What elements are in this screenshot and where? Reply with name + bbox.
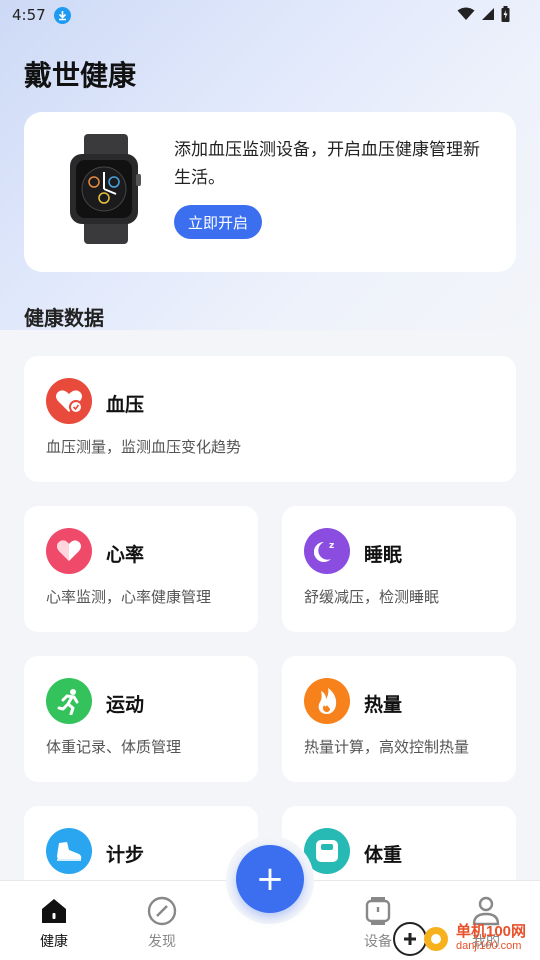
download-icon xyxy=(53,6,71,24)
sleep-card[interactable]: z 睡眠 舒缓减压，检测睡眠 xyxy=(282,506,516,632)
compass-icon xyxy=(147,896,177,926)
smartwatch-image xyxy=(68,134,144,244)
site-watermark: 单机100网 danji100.com xyxy=(392,918,540,960)
home-icon xyxy=(42,899,66,923)
battery-icon xyxy=(501,6,510,26)
card-title: 睡眠 xyxy=(364,544,403,566)
nav-label: 设备 xyxy=(364,934,392,950)
promo-text: 添加血压监测设备，开启血压健康管理新生活。 xyxy=(174,140,480,188)
card-desc: 舒缓减压，检测睡眠 xyxy=(304,588,440,606)
card-title: 血压 xyxy=(106,394,145,416)
section-title: 健康数据 xyxy=(24,306,104,330)
card-desc: 心率监测，心率健康管理 xyxy=(46,588,212,606)
calories-card[interactable]: 热量 热量计算，高效控制热量 xyxy=(282,656,516,782)
running-icon xyxy=(46,678,92,724)
exercise-card[interactable]: 运动 体重记录、体质管理 xyxy=(24,656,258,782)
moon-icon: z xyxy=(304,528,350,574)
svg-text:z: z xyxy=(329,541,334,551)
card-desc: 体重记录、体质管理 xyxy=(46,738,182,756)
watermark-sub: danji100.com xyxy=(456,940,522,952)
add-button[interactable]: + xyxy=(236,845,304,913)
nav-label: 发现 xyxy=(148,934,176,950)
blood-pressure-icon xyxy=(46,378,92,424)
shoe-icon xyxy=(46,828,92,874)
status-bar: 4:57 xyxy=(0,0,540,30)
signal-icon xyxy=(481,7,495,25)
nav-item-health[interactable]: 健康 xyxy=(24,895,84,951)
card-title: 计步 xyxy=(106,844,145,866)
card-desc: 热量计算，高效控制热量 xyxy=(304,738,470,756)
watermark-text: 单机100网 xyxy=(456,923,527,940)
status-time: 4:57 xyxy=(12,6,46,24)
plus-icon: + xyxy=(255,859,285,899)
watermark-logo-icon xyxy=(393,922,448,956)
page-title: 戴世健康 xyxy=(24,59,137,92)
nav-item-discover[interactable]: 发现 xyxy=(132,895,192,951)
wifi-icon xyxy=(457,7,475,25)
nav-label: 健康 xyxy=(40,934,68,950)
card-title: 运动 xyxy=(106,694,145,716)
device-promo-card: 添加血压监测设备，开启血压健康管理新生活。 立即开启 xyxy=(24,112,516,272)
blood-pressure-card[interactable]: 血压 血压测量，监测血压变化趋势 xyxy=(24,356,516,482)
card-title: 体重 xyxy=(364,844,403,866)
card-title: 心率 xyxy=(106,544,145,566)
card-desc: 血压测量，监测血压变化趋势 xyxy=(46,438,242,456)
watch-icon xyxy=(365,897,391,925)
flame-icon xyxy=(304,678,350,724)
heart-icon xyxy=(46,528,92,574)
heart-rate-card[interactable]: 心率 心率监测，心率健康管理 xyxy=(24,506,258,632)
card-title: 热量 xyxy=(364,694,403,716)
enable-now-button[interactable]: 立即开启 xyxy=(174,205,263,239)
